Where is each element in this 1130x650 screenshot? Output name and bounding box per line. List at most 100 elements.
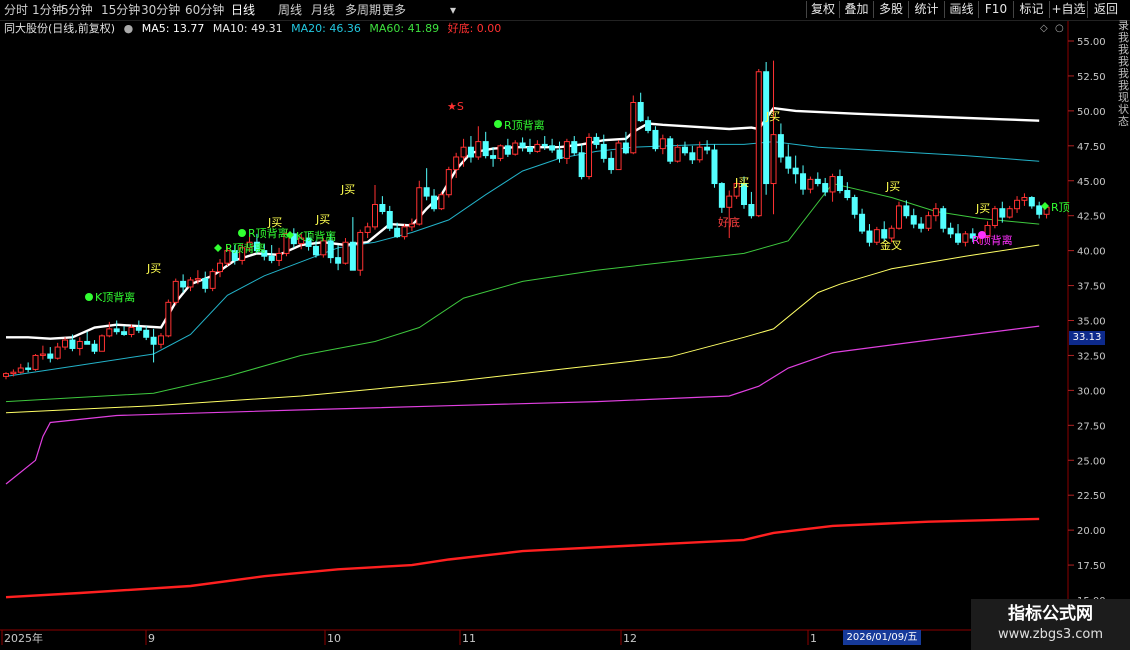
tab-period-0[interactable]: 分时 <box>4 2 28 18</box>
candle-body <box>814 178 821 185</box>
diamond-icon[interactable]: ◇ <box>1040 23 1048 34</box>
candle-body <box>438 194 445 210</box>
candle-body <box>467 146 474 158</box>
candle-body <box>268 255 275 261</box>
tab-period-4[interactable]: 30分钟 <box>141 2 180 18</box>
candle-body <box>386 210 393 229</box>
candle-body <box>940 208 947 229</box>
price-tick-label: 40.00 <box>1077 247 1106 258</box>
j-buy-mark: J买 <box>146 262 161 275</box>
price-tick-label: 50.00 <box>1077 107 1106 118</box>
toolbar-button-3[interactable]: 统计 <box>908 1 944 18</box>
r-top-divergence-mark: R顶背离 <box>214 241 266 255</box>
time-tick-label: 12 <box>623 632 637 645</box>
j-buy-mark: J买 <box>315 213 330 226</box>
candle-body <box>453 156 460 171</box>
toolbar-button-8[interactable]: 返回 <box>1087 1 1124 18</box>
tab-period-9[interactable]: 多周期 <box>345 2 381 18</box>
tab-period-7[interactable]: 周线 <box>278 2 302 18</box>
circle-icon[interactable]: ○ <box>1055 23 1064 34</box>
candle-body <box>903 205 910 217</box>
candle-body <box>645 120 652 131</box>
candle-body <box>519 142 526 148</box>
candle-body <box>209 271 216 289</box>
tab-period-1[interactable]: 1分钟 <box>32 2 64 18</box>
candle-body <box>217 262 224 273</box>
svg-text:R顶: R顶 <box>1051 201 1070 214</box>
candle-body <box>3 373 9 377</box>
candle-body <box>608 157 615 171</box>
candle-body <box>475 141 482 158</box>
j-buy-mark: J买 <box>734 176 749 189</box>
candle-body <box>571 141 578 154</box>
candle-body <box>859 213 866 232</box>
candle-body <box>578 152 585 178</box>
candle-body <box>726 195 733 208</box>
candle-body <box>349 241 356 271</box>
toolbar-button-5[interactable]: F10 <box>978 1 1013 18</box>
candle-body <box>47 353 54 359</box>
toolbar-button-4[interactable]: 画线 <box>944 1 978 18</box>
candle-body <box>711 149 718 185</box>
j-buy-mark: J买 <box>340 183 355 196</box>
tab-period-8[interactable]: 月线 <box>311 2 335 18</box>
time-tick-label: 2025年 <box>4 631 43 645</box>
candle-body <box>549 145 556 151</box>
price-tick-label: 55.00 <box>1077 37 1106 48</box>
price-tick-label: 17.50 <box>1077 561 1106 572</box>
toolbar-button-7[interactable]: +自选 <box>1049 1 1087 18</box>
golden-cross-mark: 金叉 <box>880 238 902 252</box>
candle-body <box>372 204 378 228</box>
candlesticks <box>3 60 1050 380</box>
candle-body <box>194 278 201 281</box>
j-buy-mark: J买 <box>765 110 780 123</box>
candle-body <box>490 155 497 159</box>
candle-body <box>534 143 541 152</box>
svg-text:R顶背离: R顶背离 <box>972 233 1013 247</box>
candle-body <box>431 195 438 210</box>
toolbar-button-2[interactable]: 多股 <box>873 1 908 18</box>
candle-body <box>172 280 179 303</box>
candle-body <box>91 343 98 352</box>
candle-body <box>98 335 105 352</box>
candle-body <box>180 280 187 288</box>
candle-body <box>667 138 674 162</box>
svg-text:R顶背离: R顶背离 <box>225 241 266 255</box>
kline-chart[interactable]: 55.00 52.50 50.00 47.50 45.00 42.50 40.00 37.50… <box>0 0 1130 650</box>
toolbar-button-6[interactable]: 标记 <box>1013 1 1049 18</box>
candle-body <box>526 146 533 152</box>
candle-body <box>423 187 430 197</box>
candle-body <box>770 134 777 185</box>
price-tick-label: 30.00 <box>1077 386 1106 397</box>
candle-body <box>962 233 969 243</box>
tab-period-10[interactable]: 更多 <box>382 2 406 18</box>
tab-period-5[interactable]: 60分钟 <box>185 2 224 18</box>
settings-icon[interactable]: ● <box>124 22 134 35</box>
r-top-divergence-mark: R顶背离 <box>494 118 545 132</box>
candle-body <box>829 176 836 193</box>
candle-body <box>135 326 142 331</box>
candle-body <box>910 215 917 225</box>
chevron-down-icon[interactable]: ▾ <box>450 2 456 18</box>
sell-star-mark: ★S <box>447 100 464 113</box>
candle-body <box>652 129 659 150</box>
candle-body <box>563 141 570 159</box>
candle-body <box>128 326 135 335</box>
line-ma60 <box>5 182 1040 403</box>
time-tick-label: 1 <box>810 632 817 645</box>
tab-period-2[interactable]: 5分钟 <box>61 2 93 18</box>
candle-body <box>1006 208 1013 218</box>
toolbar-button-1[interactable]: 叠加 <box>839 1 873 18</box>
candle-body <box>401 226 408 238</box>
price-tick-label: 32.50 <box>1077 351 1106 362</box>
candle-body <box>416 187 423 225</box>
tab-period-6[interactable]: 日线 <box>231 2 255 18</box>
right-side-strip: 录我我我我我现状态 <box>1118 20 1129 128</box>
candle-body <box>556 149 563 159</box>
candle-body <box>748 204 755 217</box>
tab-period-3[interactable]: 15分钟 <box>101 2 140 18</box>
toolbar-button-0[interactable]: 复权 <box>806 1 839 18</box>
candle-body <box>17 367 24 373</box>
price-tick-label: 22.50 <box>1077 491 1106 502</box>
j-buy-mark: J买 <box>885 180 900 193</box>
